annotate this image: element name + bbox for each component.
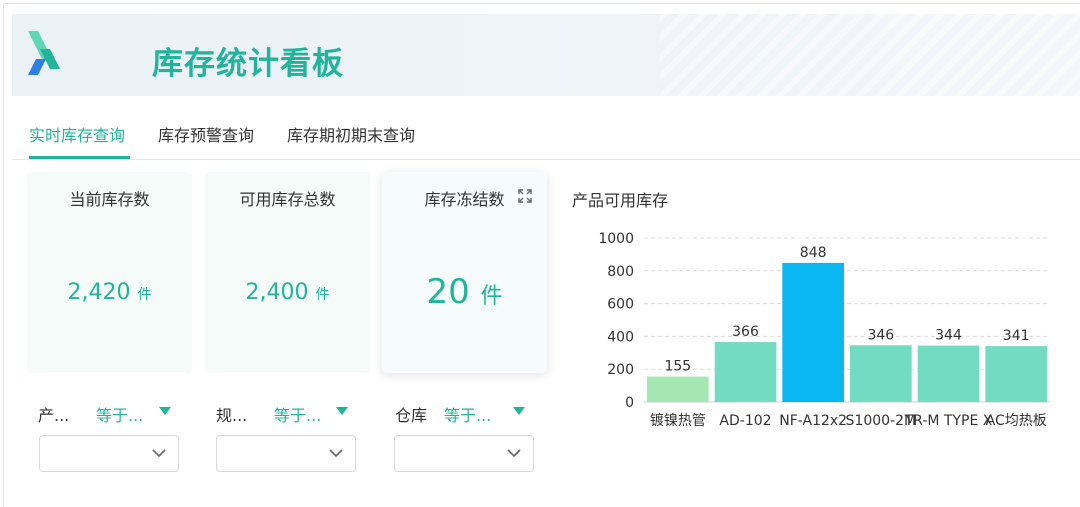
card-unit: 件	[137, 287, 152, 303]
data-label: 366	[732, 324, 759, 340]
card-unit: 件	[480, 284, 503, 309]
data-label: 344	[935, 328, 962, 344]
y-tick-label: 1000	[598, 231, 634, 247]
page-title: 库存统计看板	[152, 46, 344, 82]
frozen-stock-card: 库存冻结数 20 件	[382, 172, 547, 373]
card-label: 当前库存数	[69, 190, 150, 209]
chart-title: 产品可用库存	[572, 191, 669, 210]
filter-warehouse: 仓库 等于...	[395, 400, 535, 426]
card-value-line: 2,400 件	[205, 280, 370, 305]
header-banner: 库存统计看板	[12, 14, 1080, 96]
card-value: 20	[426, 272, 470, 312]
x-tick-label: AC均热板	[986, 413, 1047, 429]
bar	[985, 346, 1047, 402]
card-value: 2,420	[67, 280, 131, 305]
filter-label: 产...	[38, 406, 70, 425]
card-unit: 件	[315, 287, 330, 303]
caret-down-icon[interactable]	[513, 407, 525, 415]
product-stock-chart: 0 200 400 600 800 1000 155 镀镍热管 366 AD-102 848 NF-A…	[598, 231, 1050, 429]
data-label: 155	[664, 359, 691, 375]
active-tab-indicator	[29, 156, 130, 159]
card-value-line: 20 件	[382, 272, 547, 312]
current-stock-card: 当前库存数 2,420 件	[27, 172, 192, 373]
logo-icon	[28, 31, 60, 75]
bar	[917, 345, 980, 402]
data-label: 346	[867, 327, 894, 343]
x-tick-label: AD-102	[719, 413, 771, 429]
tab-period-inventory[interactable]: 库存期初期末查询	[287, 122, 415, 146]
banner-decoration	[660, 14, 1080, 96]
tab-realtime-inventory[interactable]: 实时库存查询	[29, 122, 125, 146]
caret-down-icon[interactable]	[336, 407, 348, 415]
y-tick-label: 0	[625, 395, 634, 411]
filter-label: 规...	[216, 406, 248, 425]
data-label: 848	[800, 245, 827, 261]
chevron-down-icon	[507, 449, 521, 458]
spec-select[interactable]	[216, 435, 356, 472]
bar	[782, 262, 844, 402]
y-tick-label: 400	[607, 329, 634, 345]
filter-operator[interactable]: 等于...	[274, 402, 321, 426]
x-tick-label: NF-A12x2	[779, 413, 847, 429]
available-stock-card: 可用库存总数 2,400 件	[205, 172, 370, 373]
filter-operator[interactable]: 等于...	[444, 402, 491, 426]
bar	[714, 341, 777, 402]
bar	[850, 345, 912, 402]
x-tick-label: TR-M TYPE X	[904, 413, 993, 429]
y-tick-label: 800	[607, 264, 634, 280]
filter-label: 仓库	[395, 406, 428, 425]
tab-bar: 实时库存查询 库存预警查询 库存期初期末查询	[12, 108, 1080, 160]
warehouse-select[interactable]	[394, 435, 534, 472]
expand-icon[interactable]	[517, 188, 533, 204]
filter-spec: 规... 等于...	[216, 400, 356, 426]
caret-down-icon[interactable]	[159, 407, 171, 415]
bar	[647, 376, 709, 402]
filter-operator[interactable]: 等于...	[96, 402, 143, 426]
tab-inventory-alert[interactable]: 库存预警查询	[158, 122, 254, 146]
card-label: 可用库存总数	[239, 190, 336, 209]
chevron-down-icon	[152, 449, 166, 458]
card-value: 2,400	[245, 280, 309, 305]
product-select[interactable]	[39, 435, 179, 472]
x-tick-label: 镀镍热管	[650, 412, 706, 429]
y-tick-label: 600	[607, 297, 634, 313]
chevron-down-icon	[329, 449, 343, 458]
data-label: 341	[1003, 328, 1030, 344]
filter-product: 产... 等于...	[38, 400, 178, 426]
card-value-line: 2,420 件	[27, 280, 192, 305]
y-tick-label: 200	[607, 362, 634, 378]
